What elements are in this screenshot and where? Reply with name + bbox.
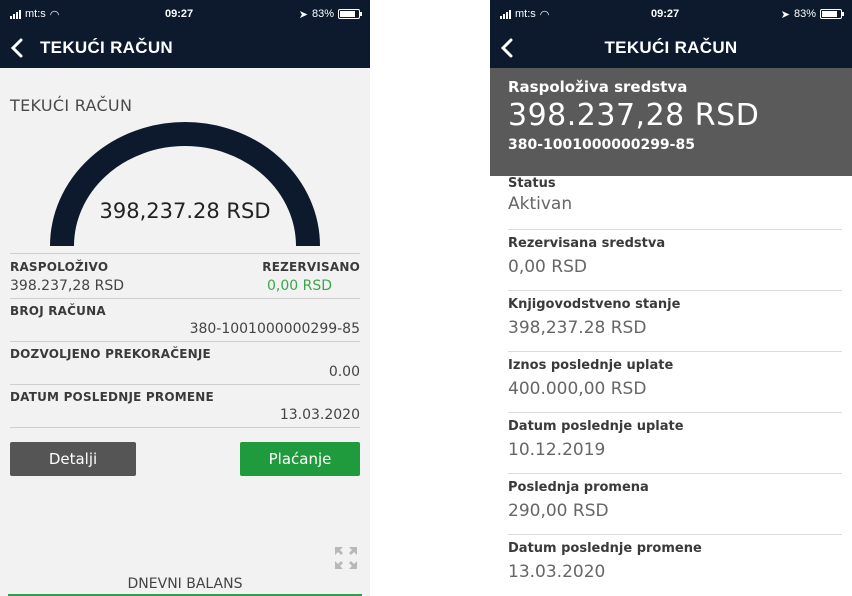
available-label: RASPOLOŽIVO [10, 260, 109, 274]
available-reserved-values: 398.237,28 RSD 0,00 RSD [10, 278, 360, 298]
battery-percent: 83% [793, 8, 816, 20]
battery-icon [338, 9, 362, 19]
back-button[interactable] [490, 38, 524, 58]
list-item: Knjigovodstveno stanje 398,237.28 RSD [508, 291, 842, 352]
reserved-value: 0,00 RSD [266, 278, 332, 294]
account-number-label: BROJ RAČUNA [10, 304, 106, 318]
signal-icon [10, 9, 21, 19]
detail-value: 10.12.2019 [508, 440, 606, 460]
gauge-arc [50, 122, 320, 247]
detail-value: 398,237.28 RSD [508, 318, 647, 338]
card-title: TEKUĆI RAČUN [10, 96, 133, 115]
status-bar: mt:s ◠ 09:27 ➤ 83% [490, 0, 852, 28]
available-reserved-labels: RASPOLOŽIVO REZERVISANO [10, 253, 360, 274]
last-change-block: DATUM POSLEDNJE PROMENE 13.03.2020 [10, 384, 360, 428]
action-buttons: Detalji Plaćanje [10, 442, 360, 476]
detail-label: Datum poslednje promene [508, 541, 702, 556]
battery-percent: 83% [311, 8, 334, 20]
list-item: Datum poslednje uplate 10.12.2019 [508, 413, 842, 474]
list-item: Status Aktivan [508, 176, 842, 230]
overdraft-value: 0.00 [328, 364, 360, 380]
detail-label: Rezervisana sredstva [508, 236, 666, 251]
list-item: Poslednja promena 290,00 RSD [508, 474, 842, 535]
nav-title: TEKUĆI RAČUN [40, 38, 173, 57]
available-funds-summary: Raspoloživa sredstva 398.237,28 RSD 380-… [490, 68, 852, 176]
nav-title: TEKUĆI RAČUN [604, 38, 738, 57]
account-overview-screen: mt:s ◠ 09:27 ➤ 83% TEKUĆI RAČUN TEKUĆI R… [0, 0, 370, 596]
carrier-label: mt:s [515, 8, 536, 20]
available-value: 398.237,28 RSD [10, 278, 125, 294]
nav-bar: TEKUĆI RAČUN [490, 28, 852, 68]
nav-bar: TEKUĆI RAČUN [0, 28, 370, 68]
back-button[interactable] [0, 38, 34, 58]
detail-label: Poslednja promena [508, 480, 649, 495]
details-list: Status Aktivan Rezervisana sredstva 0,00… [490, 176, 852, 596]
list-item: Iznos poslednje uplate 400.000,00 RSD [508, 352, 842, 413]
location-icon: ➤ [780, 8, 790, 21]
status-bar: mt:s ◠ 09:27 ➤ 83% [0, 0, 370, 28]
carrier-label: mt:s [25, 8, 46, 20]
overdraft-block: DOZVOLJENO PREKORAČENJE 0.00 [10, 341, 360, 384]
available-funds-label: Raspoloživa sredstva [508, 78, 688, 96]
last-change-label: DATUM POSLEDNJE PROMENE [10, 390, 214, 404]
list-item: Rezervisana sredstva 0,00 RSD [508, 230, 842, 291]
reserved-label: REZERVISANO [262, 260, 360, 274]
detail-value: 0,00 RSD [508, 257, 587, 277]
payment-button[interactable]: Plaćanje [240, 442, 360, 476]
back-chevron-icon [500, 38, 513, 58]
overdraft-label: DOZVOLJENO PREKORAČENJE [10, 347, 211, 361]
location-icon: ➤ [298, 8, 308, 21]
account-details-screen: mt:s ◠ 09:27 ➤ 83% TEKUĆI RAČUN Raspolož… [490, 0, 852, 596]
detail-label: Status [508, 176, 556, 191]
back-chevron-icon [10, 38, 23, 58]
expand-icon[interactable] [334, 546, 358, 570]
last-change-value: 13.03.2020 [279, 407, 360, 423]
detail-value: Aktivan [508, 194, 573, 214]
clock-label: 09:27 [165, 8, 194, 20]
account-number-block: BROJ RAČUNA 380-1001000000299-85 [10, 298, 360, 341]
details-button[interactable]: Detalji [10, 442, 136, 476]
detail-label: Knjigovodstveno stanje [508, 297, 681, 312]
account-card: TEKUĆI RAČUN 398,237.28 RSD RASPOLOŽIVO … [0, 68, 370, 596]
detail-value: 400.000,00 RSD [508, 379, 647, 399]
detail-label: Iznos poslednje uplate [508, 358, 674, 373]
detail-value: 13.03.2020 [508, 562, 606, 582]
gauge-value: 398,237.28 RSD [99, 199, 271, 223]
clock-label: 09:27 [651, 8, 680, 20]
account-number: 380-1001000000299-85 [508, 137, 695, 153]
signal-icon [500, 9, 511, 19]
wifi-icon: ◠ [539, 8, 550, 21]
detail-label: Datum poslednje uplate [508, 419, 684, 434]
balance-gauge: 398,237.28 RSD [10, 121, 360, 249]
battery-icon [820, 9, 844, 19]
list-item: Datum poslednje promene 13.03.2020 [508, 535, 842, 596]
wifi-icon: ◠ [49, 8, 60, 21]
account-number-value: 380-1001000000299-85 [189, 321, 360, 337]
daily-balance-label: DNEVNI BALANS [127, 576, 243, 592]
available-funds-amount: 398.237,28 RSD [508, 98, 760, 133]
detail-value: 290,00 RSD [508, 501, 609, 521]
